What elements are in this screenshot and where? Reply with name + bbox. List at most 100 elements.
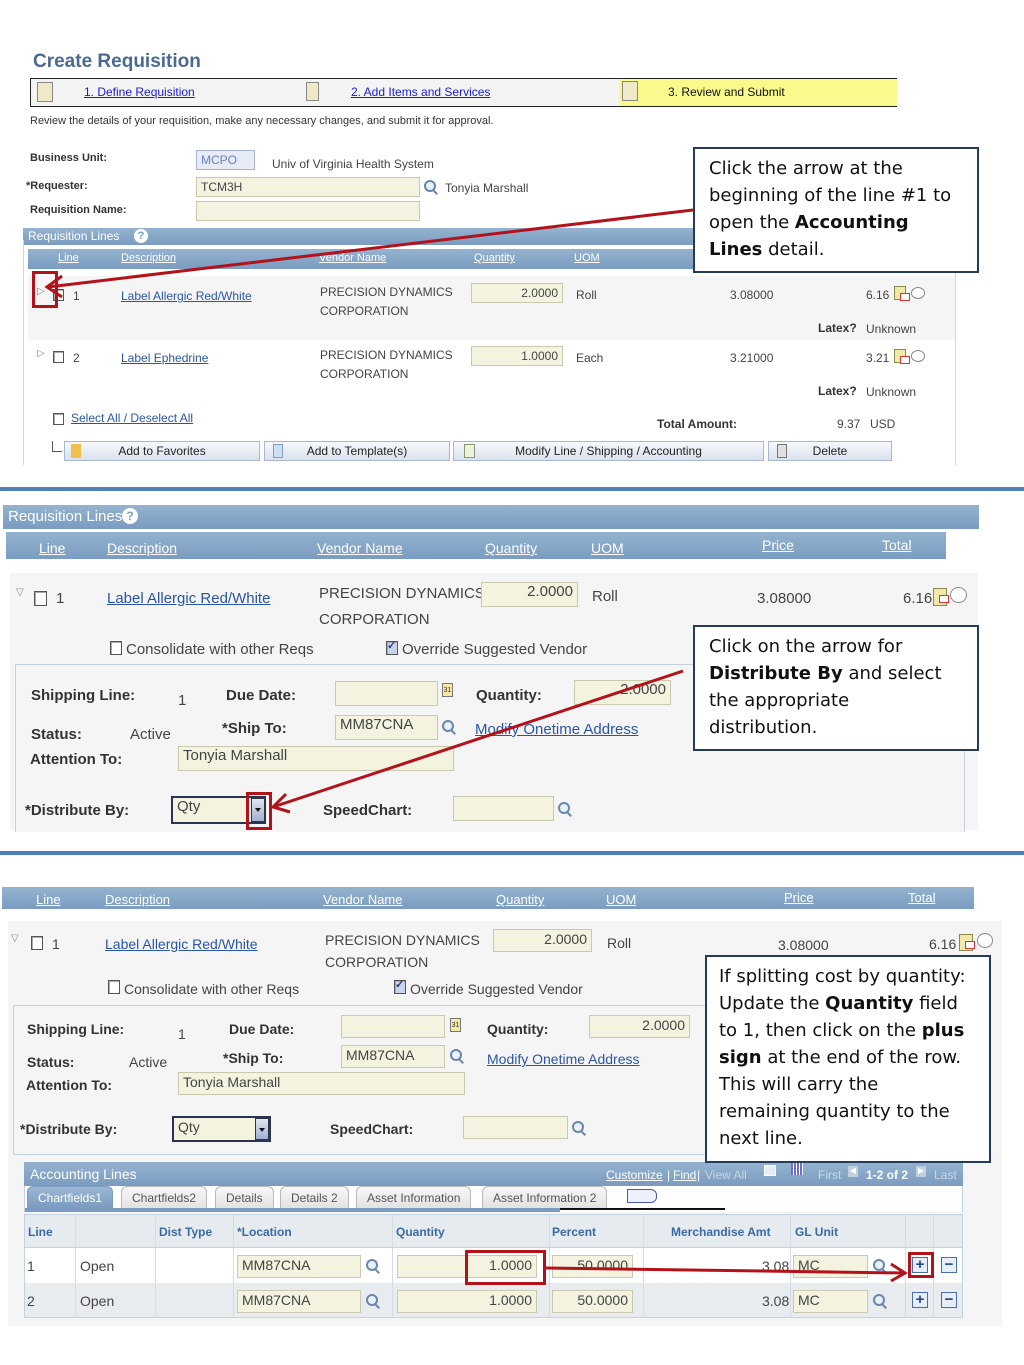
col-description[interactable]: Description bbox=[107, 540, 177, 556]
ship-quantity-field[interactable]: 2.0000 bbox=[589, 1015, 690, 1038]
line-description-link[interactable]: Label Ephedrine bbox=[121, 351, 208, 365]
prev-icon[interactable]: ◀ bbox=[848, 1166, 858, 1177]
customize-link[interactable]: Customize bbox=[606, 1168, 663, 1182]
tab-asset-information-2[interactable]: Asset Information 2 bbox=[482, 1186, 608, 1208]
ship-quantity-field[interactable]: 2.0000 bbox=[574, 680, 671, 705]
acct-gl-unit-field[interactable]: MC bbox=[793, 1255, 868, 1278]
first-link[interactable]: First bbox=[818, 1168, 841, 1182]
help-icon[interactable]: ? bbox=[122, 508, 138, 524]
tab-details[interactable]: Details bbox=[215, 1186, 274, 1208]
tab-chartfields1[interactable]: Chartfields1 bbox=[27, 1186, 114, 1208]
expand-arrow-icon[interactable]: ▷ bbox=[37, 348, 45, 359]
ship-to-lookup-icon[interactable] bbox=[450, 1049, 464, 1063]
requester-field[interactable]: TCM3H bbox=[196, 177, 420, 197]
gl-unit-lookup-icon[interactable] bbox=[873, 1259, 887, 1273]
gl-unit-lookup-icon[interactable] bbox=[873, 1294, 887, 1308]
col-line[interactable]: Line bbox=[39, 540, 65, 556]
schedule-icon[interactable] bbox=[959, 934, 975, 951]
schedule-icon[interactable] bbox=[894, 349, 910, 364]
col-line[interactable]: Line bbox=[58, 252, 79, 264]
attention-to-field[interactable]: Tonyia Marshall bbox=[178, 1072, 465, 1095]
speedchart-field[interactable] bbox=[453, 796, 554, 821]
override-vendor-checkbox[interactable] bbox=[386, 639, 398, 655]
acct-percent-field[interactable]: 50.0000 bbox=[552, 1255, 633, 1278]
col-uom[interactable]: UOM bbox=[591, 540, 624, 556]
line-checkbox[interactable] bbox=[31, 936, 43, 950]
speedchart-lookup-icon[interactable] bbox=[572, 1121, 586, 1135]
speedchart-field[interactable] bbox=[463, 1116, 568, 1139]
consolidate-checkbox[interactable] bbox=[110, 641, 122, 655]
comment-icon[interactable] bbox=[911, 350, 925, 362]
acct-quantity-field[interactable]: 1.0000 bbox=[397, 1290, 537, 1313]
override-vendor-checkbox[interactable] bbox=[394, 978, 406, 994]
col-price[interactable]: Price bbox=[762, 537, 794, 553]
ship-to-field[interactable]: MM87CNA bbox=[335, 715, 438, 740]
calendar-icon[interactable]: 31 bbox=[442, 683, 453, 697]
col-total[interactable]: Total bbox=[908, 890, 935, 905]
comment-icon[interactable] bbox=[950, 587, 967, 603]
acct-location-field[interactable]: MM87CNA bbox=[237, 1255, 361, 1278]
tab-asset-information[interactable]: Asset Information bbox=[356, 1186, 472, 1208]
calendar-icon[interactable]: 31 bbox=[450, 1018, 461, 1032]
add-to-favorites-button[interactable]: Add to Favorites bbox=[64, 441, 260, 461]
tab-chartfields2[interactable]: Chartfields2 bbox=[121, 1186, 208, 1208]
speedchart-lookup-icon[interactable] bbox=[558, 802, 572, 816]
line-description-link[interactable]: Label Allergic Red/White bbox=[105, 936, 258, 952]
find-link[interactable]: Find bbox=[673, 1168, 696, 1182]
due-date-field[interactable] bbox=[341, 1015, 445, 1038]
col-line[interactable]: Line bbox=[36, 892, 61, 907]
line-description-link[interactable]: Label Allergic Red/White bbox=[121, 289, 252, 303]
col-vendor-name[interactable]: Vendor Name bbox=[323, 892, 403, 907]
add-row-button[interactable]: + bbox=[912, 1292, 928, 1308]
show-all-columns-icon[interactable] bbox=[627, 1189, 657, 1203]
col-price[interactable]: Price bbox=[784, 890, 814, 905]
ship-to-field[interactable]: MM87CNA bbox=[341, 1045, 445, 1068]
collapse-arrow-icon[interactable]: ▽ bbox=[11, 933, 19, 944]
col-uom[interactable]: UOM bbox=[606, 892, 636, 907]
select-all-checkbox[interactable] bbox=[53, 413, 64, 425]
quantity-field[interactable]: 2.0000 bbox=[493, 929, 592, 952]
col-total[interactable]: Total bbox=[882, 537, 912, 553]
new-window-icon[interactable] bbox=[764, 1165, 776, 1176]
schedule-icon[interactable] bbox=[933, 588, 949, 606]
due-date-field[interactable] bbox=[335, 681, 438, 706]
consolidate-checkbox[interactable] bbox=[108, 980, 120, 994]
schedule-icon[interactable] bbox=[894, 286, 910, 301]
view-all-link[interactable]: View All bbox=[705, 1168, 747, 1182]
distribute-by-dropdown-arrow[interactable] bbox=[255, 1118, 269, 1140]
requisition-name-field[interactable] bbox=[196, 201, 420, 221]
modify-onetime-address-link[interactable]: Modify Onetime Address bbox=[475, 721, 638, 738]
business-unit-field[interactable]: MCPO bbox=[196, 150, 255, 170]
quantity-field[interactable]: 1.0000 bbox=[471, 346, 563, 366]
modify-onetime-address-link[interactable]: Modify Onetime Address bbox=[487, 1051, 640, 1067]
delete-row-button[interactable]: − bbox=[941, 1292, 957, 1308]
requester-lookup-icon[interactable] bbox=[424, 180, 438, 194]
line-checkbox[interactable] bbox=[53, 351, 64, 363]
step-define-requisition[interactable]: 1. Define Requisition bbox=[84, 85, 195, 99]
col-vendor-name[interactable]: Vendor Name bbox=[319, 252, 386, 264]
acct-gl-unit-field[interactable]: MC bbox=[793, 1290, 868, 1313]
col-uom[interactable]: UOM bbox=[574, 252, 600, 264]
ship-to-lookup-icon[interactable] bbox=[442, 720, 456, 734]
add-to-template-button[interactable]: Add to Template(s) bbox=[264, 441, 450, 461]
line-description-link[interactable]: Label Allergic Red/White bbox=[107, 590, 270, 607]
col-quantity[interactable]: Quantity bbox=[485, 540, 537, 556]
help-icon[interactable]: ? bbox=[134, 229, 148, 243]
step-add-items[interactable]: 2. Add Items and Services bbox=[351, 85, 490, 99]
col-quantity[interactable]: Quantity bbox=[474, 252, 515, 264]
select-all-link[interactable]: Select All / Deselect All bbox=[71, 411, 193, 425]
col-description[interactable]: Description bbox=[105, 892, 170, 907]
line-checkbox[interactable] bbox=[34, 591, 47, 606]
comment-icon[interactable] bbox=[911, 287, 925, 299]
tab-details-2[interactable]: Details 2 bbox=[280, 1186, 349, 1208]
delete-button[interactable]: Delete bbox=[768, 441, 892, 461]
col-description[interactable]: Description bbox=[121, 252, 176, 264]
col-quantity[interactable]: Quantity bbox=[496, 892, 544, 907]
collapse-arrow-icon[interactable]: ▽ bbox=[16, 587, 24, 598]
location-lookup-icon[interactable] bbox=[366, 1294, 380, 1308]
location-lookup-icon[interactable] bbox=[366, 1259, 380, 1273]
delete-row-button[interactable]: − bbox=[941, 1257, 957, 1273]
quantity-field[interactable]: 2.0000 bbox=[471, 283, 563, 303]
comment-icon[interactable] bbox=[977, 933, 993, 948]
acct-percent-field[interactable]: 50.0000 bbox=[552, 1290, 633, 1313]
